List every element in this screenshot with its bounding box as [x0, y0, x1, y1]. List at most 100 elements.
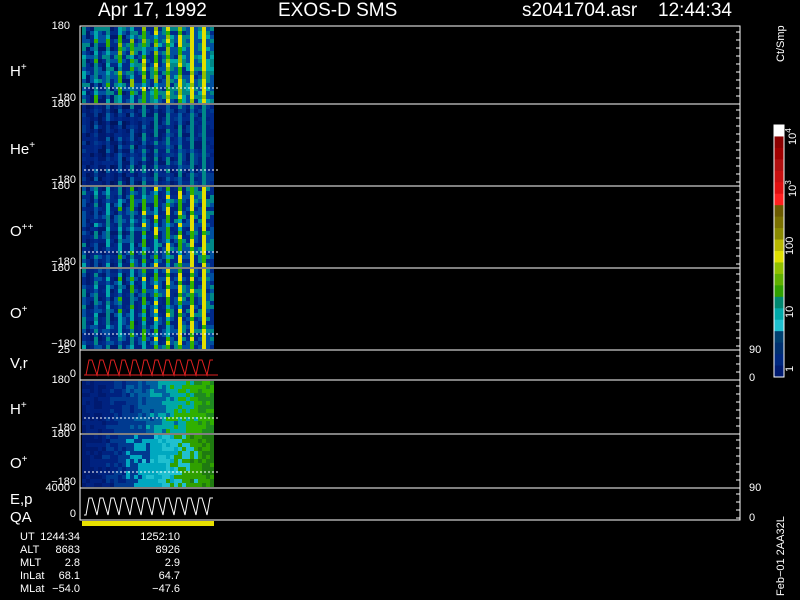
- panel-label: V,r: [10, 355, 28, 372]
- spectrogram-cell: [130, 313, 134, 317]
- spectrogram-cell: [86, 467, 90, 471]
- spectrogram-cell: [82, 385, 86, 389]
- spectrogram-cell: [130, 325, 134, 329]
- spectrogram-cell: [106, 401, 110, 405]
- spectrogram-cell: [186, 475, 190, 479]
- spectrogram-cell: [190, 99, 194, 103]
- y-tick-top: 180: [51, 180, 70, 192]
- spectrogram-cell: [166, 389, 170, 393]
- spectrogram-cell: [126, 211, 130, 215]
- spectrogram-cell: [146, 239, 150, 243]
- spectrogram-cell: [82, 421, 86, 425]
- spectrogram-cell: [158, 207, 162, 211]
- spectrogram-cell: [210, 215, 214, 219]
- spectrogram-cell: [126, 409, 130, 413]
- spectrogram-cell: [194, 181, 198, 185]
- spectrogram-cell: [102, 409, 106, 413]
- spectrogram-cell: [110, 255, 114, 259]
- spectrogram-cell: [86, 239, 90, 243]
- spectrogram-cell: [186, 227, 190, 231]
- spectrogram-cell: [146, 211, 150, 215]
- spectrogram-cell: [198, 235, 202, 239]
- spectrogram-cell: [210, 247, 214, 251]
- spectrogram-cell: [182, 443, 186, 447]
- spectrogram-cell: [186, 83, 190, 87]
- spectrogram-cell: [194, 83, 198, 87]
- spectrogram-cell: [126, 177, 130, 181]
- spectrogram-cell: [98, 35, 102, 39]
- spectrogram-cell: [182, 235, 186, 239]
- spectrogram-cell: [110, 317, 114, 321]
- spectrogram-cell: [166, 429, 170, 433]
- spectrogram-cell: [190, 219, 194, 223]
- spectrogram-cell: [102, 389, 106, 393]
- spectrogram-cell: [190, 397, 194, 401]
- spectrogram-cell: [94, 117, 98, 121]
- spectrogram-cell: [174, 451, 178, 455]
- spectrogram-cell: [158, 313, 162, 317]
- spectrogram-cell: [190, 121, 194, 125]
- spectrogram-cell: [190, 173, 194, 177]
- spectrogram-cell: [190, 211, 194, 215]
- spectrogram-cell: [198, 95, 202, 99]
- spectrogram-cell: [82, 203, 86, 207]
- spectrogram-cell: [186, 479, 190, 483]
- spectrogram-cell: [130, 113, 134, 117]
- spectrogram-cell: [206, 259, 210, 263]
- spectrogram-cell: [142, 459, 146, 463]
- spectrogram-cell: [154, 63, 158, 67]
- spectrogram-cell: [110, 153, 114, 157]
- spectrogram-cell: [178, 219, 182, 223]
- spectrogram-cell: [98, 207, 102, 211]
- spectrogram-cell: [178, 313, 182, 317]
- spectrogram-cell: [134, 293, 138, 297]
- spectrogram-cell: [182, 329, 186, 333]
- spectrogram-cell: [198, 455, 202, 459]
- spectrogram-cell: [154, 435, 158, 439]
- spectrogram-cell: [118, 173, 122, 177]
- spectrogram-cell: [98, 301, 102, 305]
- spectrogram-cell: [174, 47, 178, 51]
- spectrogram-cell: [126, 223, 130, 227]
- spectrogram-cell: [166, 393, 170, 397]
- spectrogram-cell: [98, 475, 102, 479]
- spectrogram-cell: [146, 317, 150, 321]
- spectrogram-cell: [162, 393, 166, 397]
- spectrogram-cell: [182, 137, 186, 141]
- spectrogram-cell: [98, 227, 102, 231]
- spectrogram-cell: [86, 195, 90, 199]
- spectrogram-cell: [106, 247, 110, 251]
- spectrogram-cell: [98, 191, 102, 195]
- spectrogram-cell: [138, 59, 142, 63]
- colorbar-title: Ct/Smp: [775, 25, 787, 62]
- spectrogram-cell: [118, 129, 122, 133]
- spectrogram-cell: [154, 285, 158, 289]
- spectrogram-cell: [82, 173, 86, 177]
- spectrogram-cell: [186, 463, 190, 467]
- spectrogram-cell: [130, 187, 134, 191]
- spectrogram-cell: [198, 117, 202, 121]
- spectrogram-cell: [170, 75, 174, 79]
- spectrogram-cell: [202, 137, 206, 141]
- spectrogram-cell: [178, 31, 182, 35]
- spectrogram-cell: [162, 129, 166, 133]
- spectrogram-cell: [134, 71, 138, 75]
- spectrogram-cell: [178, 59, 182, 63]
- spectrogram-cell: [182, 301, 186, 305]
- spectrogram-cell: [166, 385, 170, 389]
- spectrogram-cell: [142, 149, 146, 153]
- spectrogram-cell: [130, 273, 134, 277]
- spectrogram-cell: [198, 125, 202, 129]
- instrument-name: EXOS-D SMS: [278, 0, 398, 21]
- spectrogram-cell: [138, 329, 142, 333]
- spectrogram-cell: [114, 105, 118, 109]
- spectrogram-cell: [162, 223, 166, 227]
- spectrogram-cell: [158, 153, 162, 157]
- spectrogram-cell: [118, 117, 122, 121]
- spectrogram-cell: [178, 133, 182, 137]
- spectrogram-cell: [86, 187, 90, 191]
- spectrogram-cell: [194, 479, 198, 483]
- spectrogram-cell: [186, 51, 190, 55]
- spectrogram-cell: [122, 141, 126, 145]
- spectrogram-cell: [150, 435, 154, 439]
